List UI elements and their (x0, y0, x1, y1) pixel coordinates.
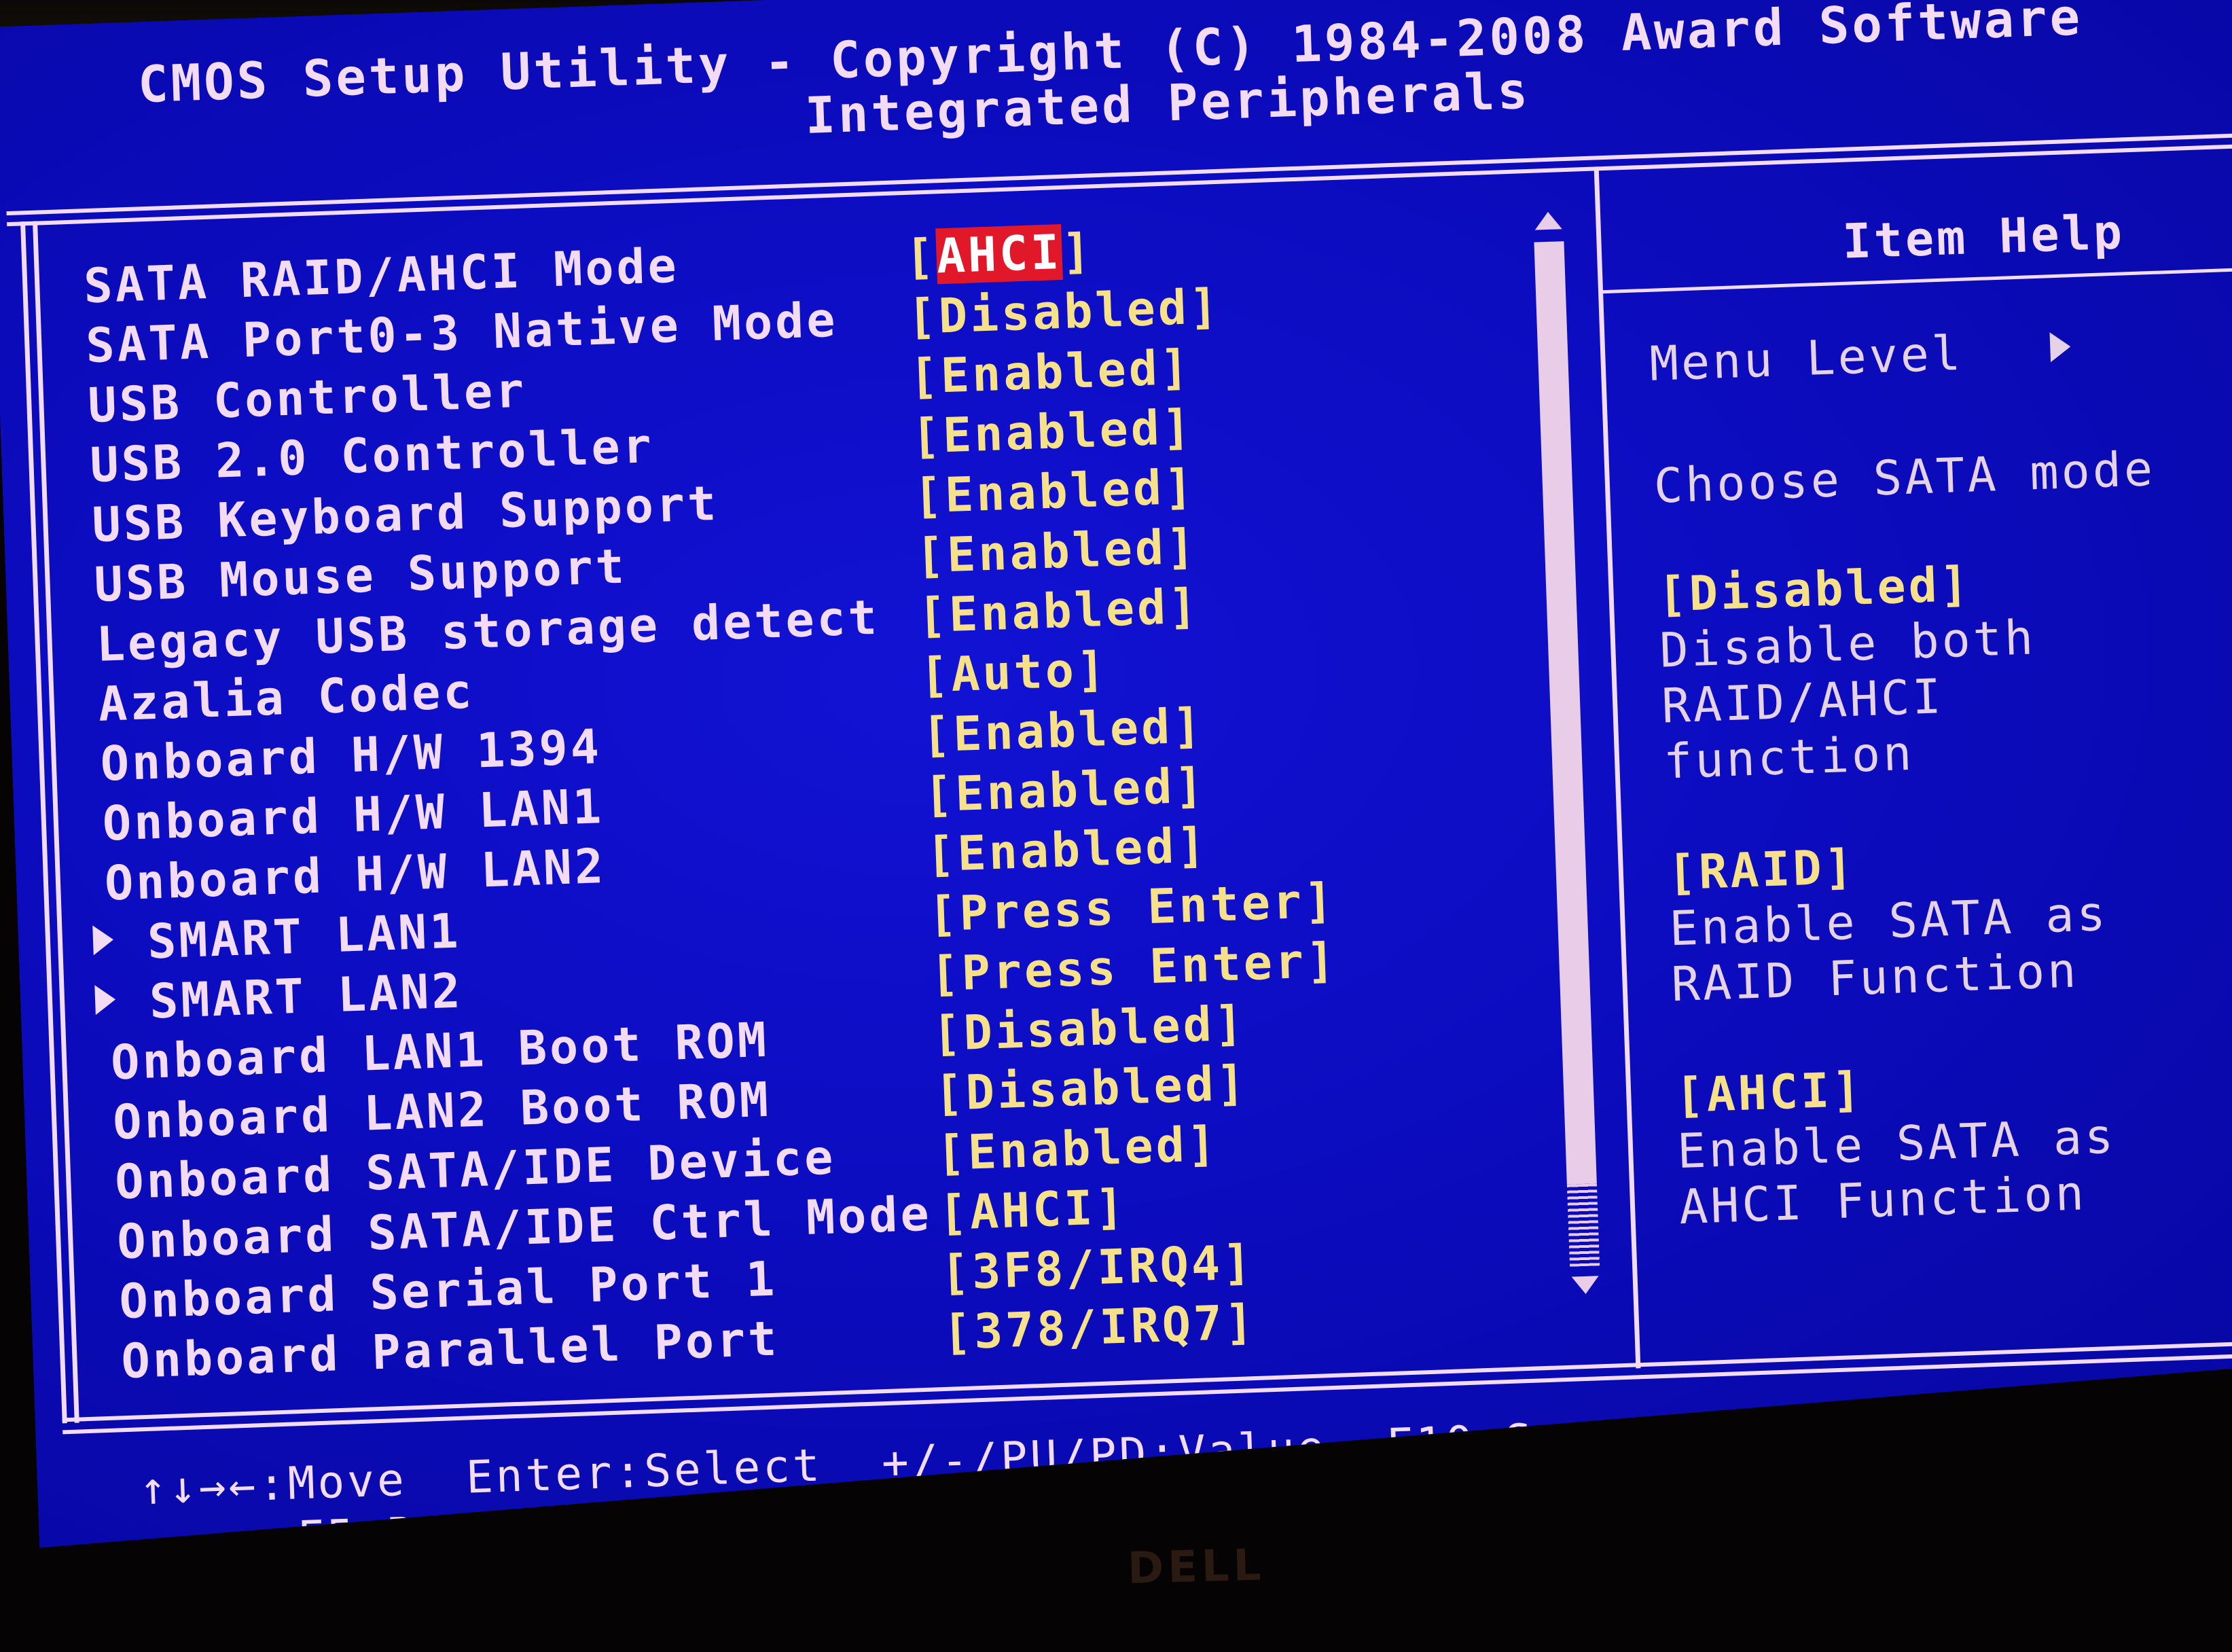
setting-label: SMART LAN2 (148, 963, 464, 1030)
setting-value[interactable]: [AHCI] (937, 1179, 1128, 1242)
help-option-description: function (1662, 725, 1915, 790)
setting-label: SMART LAN1 (146, 903, 462, 970)
setting-value[interactable]: [Enabled] (925, 817, 1209, 882)
menu-level-label: Menu Level (1649, 325, 1964, 392)
help-title: Item Help (1841, 204, 2126, 270)
scroll-down-arrow-icon[interactable] (1572, 1276, 1600, 1294)
setting-value[interactable]: [Enabled] (910, 399, 1194, 464)
setting-value[interactable]: [3F8/IRQ4] (939, 1234, 1255, 1301)
setting-value[interactable]: [Enabled] (935, 1116, 1219, 1181)
selected-value-highlight: AHCI (935, 223, 1063, 285)
dell-logo: DELL (1127, 1540, 1266, 1594)
setting-value[interactable]: [AHCI] (904, 223, 1094, 285)
submenu-arrow-icon (94, 984, 116, 1015)
help-summary: Choose SATA mode (1653, 440, 2157, 514)
help-option-name: [RAID] (1666, 838, 1857, 901)
scroll-up-arrow-icon[interactable] (1534, 211, 1562, 230)
setting-value[interactable]: [Enabled] (921, 698, 1205, 763)
setting-value[interactable]: [Enabled] (913, 459, 1197, 524)
setting-value[interactable]: [Enabled] (923, 757, 1207, 823)
help-option-name: [AHCI] (1674, 1061, 1865, 1124)
setting-value[interactable]: [Disabled] (931, 995, 1246, 1062)
submenu-arrow-icon (92, 924, 114, 955)
setting-value[interactable]: [Disabled] (906, 279, 1221, 345)
help-option-name: [Disabled] (1657, 556, 1973, 623)
bios-screen: CMOS Setup Utility - Copyright (C) 1984-… (0, 0, 2232, 1548)
help-option-description: RAID/AHCI (1660, 668, 1945, 734)
panel-divider (1594, 166, 1641, 1368)
top-border (6, 133, 2232, 215)
setting-value[interactable]: [Disabled] (933, 1055, 1248, 1121)
scrollbar-track[interactable] (1567, 1184, 1600, 1267)
setting-value[interactable]: [Enabled] (908, 339, 1192, 404)
setting-value[interactable]: [Enabled] (917, 578, 1201, 643)
setting-value[interactable]: [Enabled] (915, 518, 1199, 583)
setting-value[interactable]: [378/IRQ7] (942, 1294, 1257, 1361)
triangle-right-icon (2050, 331, 2072, 362)
help-header-divider (1601, 268, 2232, 294)
setting-value[interactable]: [Auto] (919, 641, 1109, 704)
